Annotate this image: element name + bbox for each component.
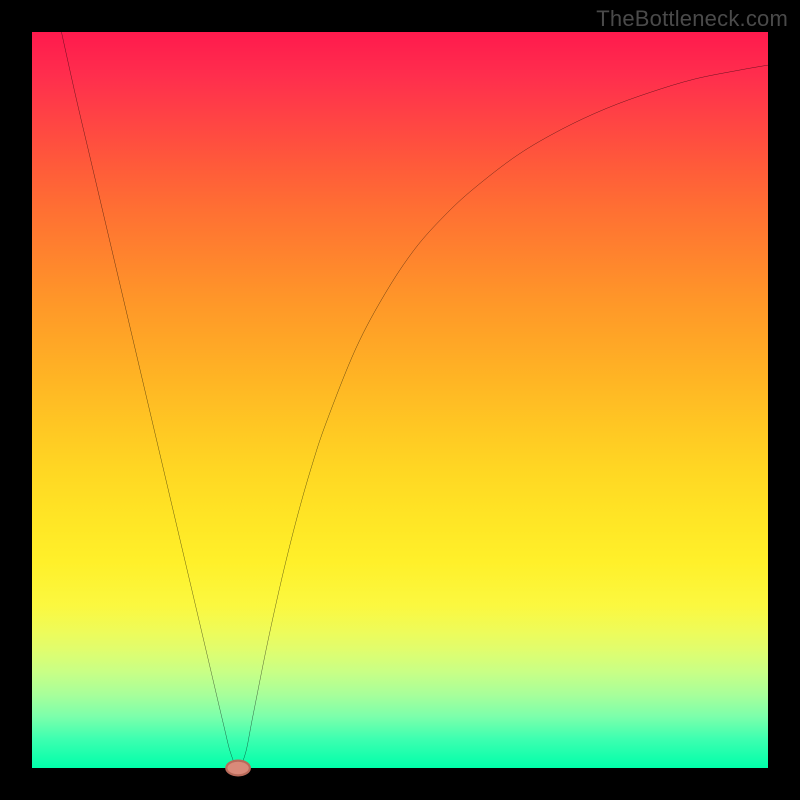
curve-path	[61, 32, 768, 768]
chart-area	[32, 32, 768, 768]
bottleneck-curve	[32, 32, 768, 768]
optimum-marker	[226, 761, 250, 776]
watermark-text: TheBottleneck.com	[596, 6, 788, 32]
